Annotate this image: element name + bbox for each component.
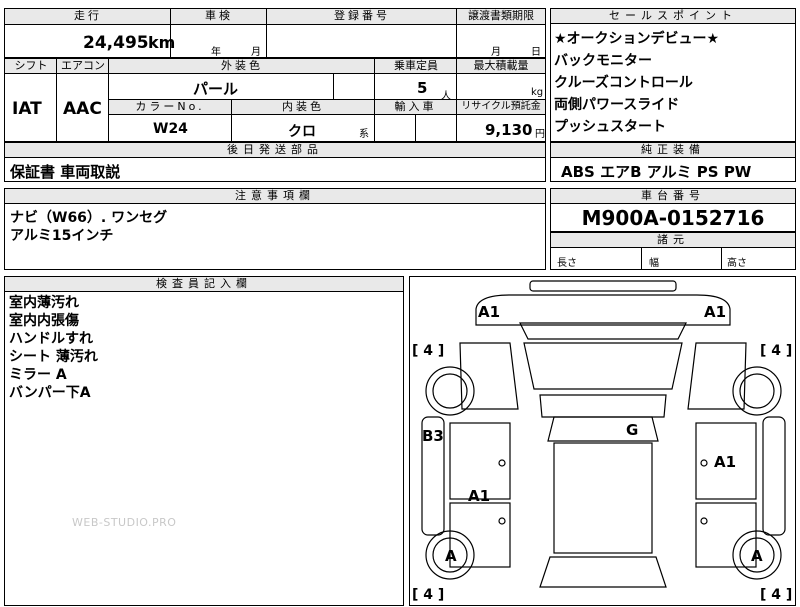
import-label: 輸入車 [375, 100, 456, 115]
mark-front-left: A1 [478, 303, 500, 321]
mark-left-rear-door: B3 [422, 427, 444, 445]
inspector-section: 検査員記入欄 室内薄汚れ 室内内張傷 ハンドルすれ シート 薄汚れ ミラー A … [4, 276, 404, 606]
shaken-year-unit: 年 [211, 47, 221, 58]
shaken-label: 車検 [171, 9, 267, 24]
chassis-label: 車台番号 [551, 189, 795, 204]
door-handle-shape [700, 517, 708, 525]
later-parts-section: 後日発送部品 保証書 車両取説 [4, 142, 546, 182]
equipment-label: 純正装備 [551, 143, 795, 158]
sales-point-item: 両側パワースライド [554, 97, 680, 113]
inspector-label: 検査員記入欄 [5, 277, 403, 292]
width-label: 幅 [649, 258, 659, 269]
front-bumper-shape [475, 294, 731, 326]
tire-label-rear-left: [ 4 ] [412, 587, 444, 603]
load-unit: kg [531, 87, 544, 98]
sales-point-item: クルーズコントロール [554, 75, 693, 91]
windshield-shape [523, 342, 683, 390]
interior-color-value: クロ [288, 124, 316, 140]
roof-shape [539, 394, 667, 418]
watermark: WEB-STUDIO.PRO [72, 516, 177, 529]
transfer-deadline-label: 譲渡書類期限 [457, 9, 545, 24]
door-handle-shape [498, 517, 506, 525]
mileage-label: 走行 [5, 9, 171, 24]
sales-points-label: セールスポイント [551, 9, 795, 24]
rear-glass-shape [539, 556, 667, 588]
interior-color-label: 内装色 [232, 100, 374, 115]
notes-label: 注意事項欄 [5, 189, 545, 204]
inspector-line: ハンドルすれ [9, 331, 93, 347]
tire-label-front-right: [ 4 ] [760, 343, 792, 359]
dimensions-label: 諸元 [551, 233, 795, 248]
sales-point-item: プッシュスタート [554, 119, 666, 135]
car-diagram: A1 A1 B3 G A1 A1 A A [ 4 ] [ 4 ] [ 4 ] [… [412, 280, 792, 603]
mark-roof: G [626, 421, 638, 439]
mark-front-right: A1 [704, 303, 726, 321]
aircon-label: エアコン [57, 59, 109, 74]
max-load-label: 最大積載量 [457, 59, 545, 74]
mark-left-door: A1 [468, 487, 490, 505]
left-rear-door-shape [449, 502, 511, 568]
right-rear-door-shape [695, 502, 757, 568]
later-parts-value: 保証書 車両取説 [10, 163, 121, 181]
cabin-shape [547, 416, 659, 442]
later-parts-label: 後日発送部品 [5, 143, 545, 158]
header-table: 走行 車検 登録番号 譲渡書類期限 24,495 km 年 月 月 日 [4, 8, 546, 58]
deadline-day-unit: 日 [531, 47, 541, 58]
dimensions-section: 諸元 長さ 幅 高さ [550, 232, 796, 270]
notes-line: アルミ15インチ [10, 228, 114, 244]
chassis-value: M900A-0152716 [581, 206, 765, 230]
exterior-color-value: パール [193, 80, 239, 98]
reg-no-label: 登録番号 [267, 9, 457, 24]
capacity-label: 乗車定員 [375, 59, 457, 74]
notes-line: ナビ（W66）. ワンセグ [10, 210, 168, 226]
equipment-section: 純正装備 ABS エアB アルミ PS PW [550, 142, 796, 182]
mark-rear-left-wheel: A [445, 547, 457, 565]
notes-section: 注意事項欄 ナビ（W66）. ワンセグ アルミ15インチ [4, 188, 546, 270]
chassis-section: 車台番号 M900A-0152716 [550, 188, 796, 232]
sales-point-item: ★オークションデビュー★ [554, 31, 720, 47]
door-handle-shape [700, 459, 708, 467]
car-diagram-section: A1 A1 B3 G A1 A1 A A [ 4 ] [ 4 ] [ 4 ] [… [409, 276, 796, 606]
inspector-line: ミラー A [9, 367, 67, 383]
mark-rear-right-wheel: A [751, 547, 763, 565]
height-label: 高さ [727, 258, 747, 269]
front-grille-shape [529, 280, 677, 292]
specs-table: シフト エアコン 外装色 乗車定員 最大積載量 IAT AAC パール 5 人 … [4, 58, 546, 142]
tire-label-front-left: [ 4 ] [412, 343, 444, 359]
recycle-label: リサイクル預託金 [457, 100, 545, 115]
inspector-line: バンパー下A [9, 385, 91, 401]
interior-color-suffix: 系 [359, 129, 369, 140]
equipment-value: ABS エアB アルミ PS PW [561, 163, 752, 181]
roof-panel-shape [553, 442, 653, 554]
capacity-value: 5 [417, 79, 428, 97]
sales-point-item: バックモニター [554, 53, 652, 69]
exterior-color-label: 外装色 [109, 59, 375, 74]
recycle-value: 9,130 [485, 121, 533, 139]
recycle-unit: 円 [535, 129, 545, 140]
mileage-value: 24,495 [83, 33, 149, 53]
length-label: 長さ [557, 258, 577, 269]
door-handle-shape [498, 459, 506, 467]
inspector-line: 室内薄汚れ [9, 295, 79, 311]
tire-label-rear-right: [ 4 ] [760, 587, 792, 603]
shift-value: IAT [12, 99, 42, 119]
mileage-unit: km [148, 33, 176, 52]
aircon-value: AAC [63, 99, 102, 119]
inspector-line: シート 薄汚れ [9, 349, 98, 365]
right-front-fender-shape [687, 342, 747, 410]
deadline-month-unit: 月 [491, 47, 501, 58]
inspector-line: 室内内張傷 [9, 313, 79, 329]
shift-label: シフト [5, 59, 57, 74]
right-sill-shape [762, 416, 786, 536]
color-no-label: カラーNo. [109, 100, 231, 115]
color-no-value: W24 [153, 121, 188, 137]
shaken-month-unit: 月 [251, 47, 261, 58]
sales-points-section: セールスポイント ★オークションデビュー★ バックモニター クルーズコントロール… [550, 8, 796, 142]
mark-right-door: A1 [714, 453, 736, 471]
